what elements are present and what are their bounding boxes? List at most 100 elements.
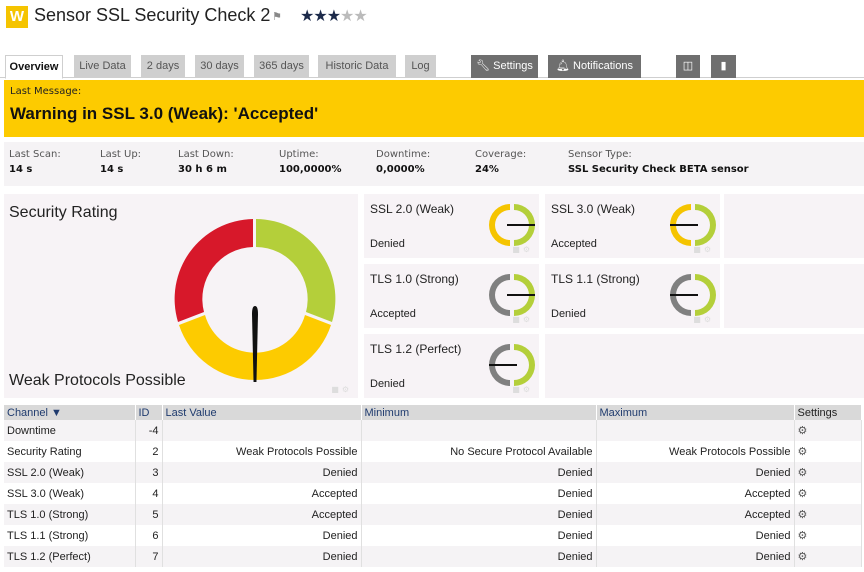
gauge-panel-icons[interactable]: ■⚙ <box>512 245 533 254</box>
tab-2-days[interactable]: 2 days <box>141 55 185 78</box>
channel-name[interactable]: TLS 1.1 (Strong) <box>4 525 136 546</box>
table-row[interactable]: SSL 3.0 (Weak) 4 Accepted Denied Accepte… <box>4 483 862 504</box>
mini-gauge <box>670 204 716 246</box>
channel-id: 7 <box>135 546 163 567</box>
comments-button[interactable]: ◫ <box>676 55 700 78</box>
protocol-gauge-tls10: TLS 1.0 (Strong) Accepted ■⚙ <box>364 264 539 328</box>
tab-log[interactable]: Log <box>405 55 436 78</box>
gear-icon[interactable]: ⚙ <box>798 488 808 500</box>
channel-name[interactable]: SSL 2.0 (Weak) <box>4 462 136 483</box>
gauge-panel-icons[interactable]: ■⚙ <box>512 315 533 324</box>
last-message-label: Last Message: <box>10 86 82 97</box>
gauge-value: Accepted <box>370 308 416 320</box>
gear-icon[interactable]: ⚙ <box>798 467 808 479</box>
gauge-value: Denied <box>370 238 405 250</box>
table-header-row: Channel ▼ ID Last Value Minimum Maximum … <box>4 405 862 420</box>
stat-sensor-type: Sensor Type: SSL Security Check BETA sens… <box>568 149 749 175</box>
channel-name[interactable]: Security Rating <box>4 441 136 462</box>
channel-name[interactable]: Downtime <box>4 420 136 441</box>
settings-cell: ⚙ <box>794 462 862 483</box>
channel-id: -4 <box>135 420 163 441</box>
gauge-value: Weak Protocols Possible <box>9 372 186 389</box>
last-value: Accepted <box>162 483 362 504</box>
protocol-gauge-tls11: TLS 1.1 (Strong) Denied ■⚙ <box>545 264 720 328</box>
gauge-title: TLS 1.2 (Perfect) <box>370 342 462 356</box>
column-header-maximum[interactable]: Maximum <box>596 405 795 420</box>
gauge-panel-icons[interactable]: ■⚙ <box>512 385 533 394</box>
star-icon[interactable]: ★ <box>340 6 354 25</box>
last-value: Accepted <box>162 504 362 525</box>
last-message-banner: Last Message: Warning in SSL 3.0 (Weak):… <box>4 80 864 137</box>
history-button[interactable]: ▮ <box>711 55 736 78</box>
channel-name[interactable]: TLS 1.0 (Strong) <box>4 504 136 525</box>
gauge-title: SSL 2.0 (Weak) <box>370 202 455 216</box>
tab-365-days[interactable]: 365 days <box>254 55 309 78</box>
gauge-panel-icons[interactable]: ■⚙ <box>693 245 714 254</box>
table-row[interactable]: TLS 1.0 (Strong) 5 Accepted Denied Accep… <box>4 504 862 525</box>
gauge-value: Denied <box>551 308 586 320</box>
channel-table: Channel ▼ ID Last Value Minimum Maximum … <box>4 405 862 567</box>
column-header-id[interactable]: ID <box>135 405 163 420</box>
empty-panel <box>545 334 864 398</box>
protocol-gauge-ssl20: SSL 2.0 (Weak) Denied ■⚙ <box>364 194 539 258</box>
gauge-panel-icons[interactable]: ■⚙ <box>331 385 352 394</box>
last-message-text: Warning in SSL 3.0 (Weak): 'Accepted' <box>10 104 319 123</box>
stat-uptime: Uptime: 100,0000% <box>279 149 342 175</box>
gear-icon[interactable]: ⚙ <box>798 446 808 458</box>
maximum-value: Accepted <box>596 483 795 504</box>
last-value: Denied <box>162 546 362 567</box>
tab-historic-data[interactable]: Historic Data <box>318 55 396 78</box>
channel-name[interactable]: SSL 3.0 (Weak) <box>4 483 136 504</box>
priority-stars[interactable]: ★★★★★ <box>300 6 368 25</box>
settings-cell: ⚙ <box>794 546 862 567</box>
gauge-title: Security Rating <box>9 204 118 221</box>
star-icon[interactable]: ★ <box>300 6 314 25</box>
minimum-value: No Secure Protocol Available <box>361 441 597 462</box>
channel-name[interactable]: TLS 1.2 (Perfect) <box>4 546 136 567</box>
settings-cell: ⚙ <box>794 525 862 546</box>
notifications-button[interactable]: 🔔︎ Notifications <box>548 55 641 78</box>
sensor-stats: Last Scan: 14 s Last Up: 14 s Last Down: 30… <box>4 142 864 186</box>
gear-icon[interactable]: ⚙ <box>798 509 808 521</box>
tab-30-days[interactable]: 30 days <box>195 55 244 78</box>
gear-icon[interactable]: ⚙ <box>798 551 808 563</box>
table-row[interactable]: Security Rating 2 Weak Protocols Possibl… <box>4 441 862 462</box>
empty-panel <box>724 194 864 258</box>
tab-overview[interactable]: Overview <box>5 55 63 79</box>
minimum-value: Denied <box>361 462 597 483</box>
table-row[interactable]: TLS 1.1 (Strong) 6 Denied Denied Denied … <box>4 525 862 546</box>
maximum-value: Denied <box>596 462 795 483</box>
gauge-value: Denied <box>370 378 405 390</box>
empty-panel <box>724 264 864 328</box>
column-header-minimum[interactable]: Minimum <box>361 405 597 420</box>
column-header-settings: Settings <box>794 405 862 420</box>
stat-downtime: Downtime: 0,0000% <box>376 149 431 175</box>
tab-live-data[interactable]: Live Data <box>74 55 131 78</box>
mini-gauge <box>489 274 535 316</box>
gear-icon[interactable]: ⚙ <box>798 425 808 437</box>
mini-gauge <box>489 204 535 246</box>
stat-last-down: Last Down: 30 h 6 m <box>178 149 234 175</box>
settings-cell: ⚙ <box>794 420 862 441</box>
table-row[interactable]: SSL 2.0 (Weak) 3 Denied Denied Denied ⚙ <box>4 462 862 483</box>
table-row[interactable]: Downtime -4 ⚙ <box>4 420 862 441</box>
stat-last-scan: Last Scan: 14 s <box>9 149 61 175</box>
stat-coverage: Coverage: 24% <box>475 149 527 175</box>
flag-icon[interactable]: ⚑ <box>272 10 282 23</box>
gear-icon[interactable]: ⚙ <box>798 530 808 542</box>
gauge-value: Accepted <box>551 238 597 250</box>
channel-id: 3 <box>135 462 163 483</box>
star-icon[interactable]: ★ <box>327 6 341 25</box>
comment-icon: ◫ <box>682 60 694 72</box>
gauge-title: SSL 3.0 (Weak) <box>551 202 636 216</box>
protocol-gauge-ssl30: SSL 3.0 (Weak) Accepted ■⚙ <box>545 194 720 258</box>
star-icon[interactable]: ★ <box>353 6 367 25</box>
column-header-last-value[interactable]: Last Value <box>162 405 362 420</box>
star-icon[interactable]: ★ <box>313 6 327 25</box>
last-value: Denied <box>162 462 362 483</box>
settings-button[interactable]: 🔧︎ Settings <box>471 55 538 78</box>
gauge-panel-icons[interactable]: ■⚙ <box>693 315 714 324</box>
bell-icon: 🔔︎ <box>556 60 570 72</box>
column-header-channel[interactable]: Channel ▼ <box>4 405 136 420</box>
table-row[interactable]: TLS 1.2 (Perfect) 7 Denied Denied Denied… <box>4 546 862 567</box>
